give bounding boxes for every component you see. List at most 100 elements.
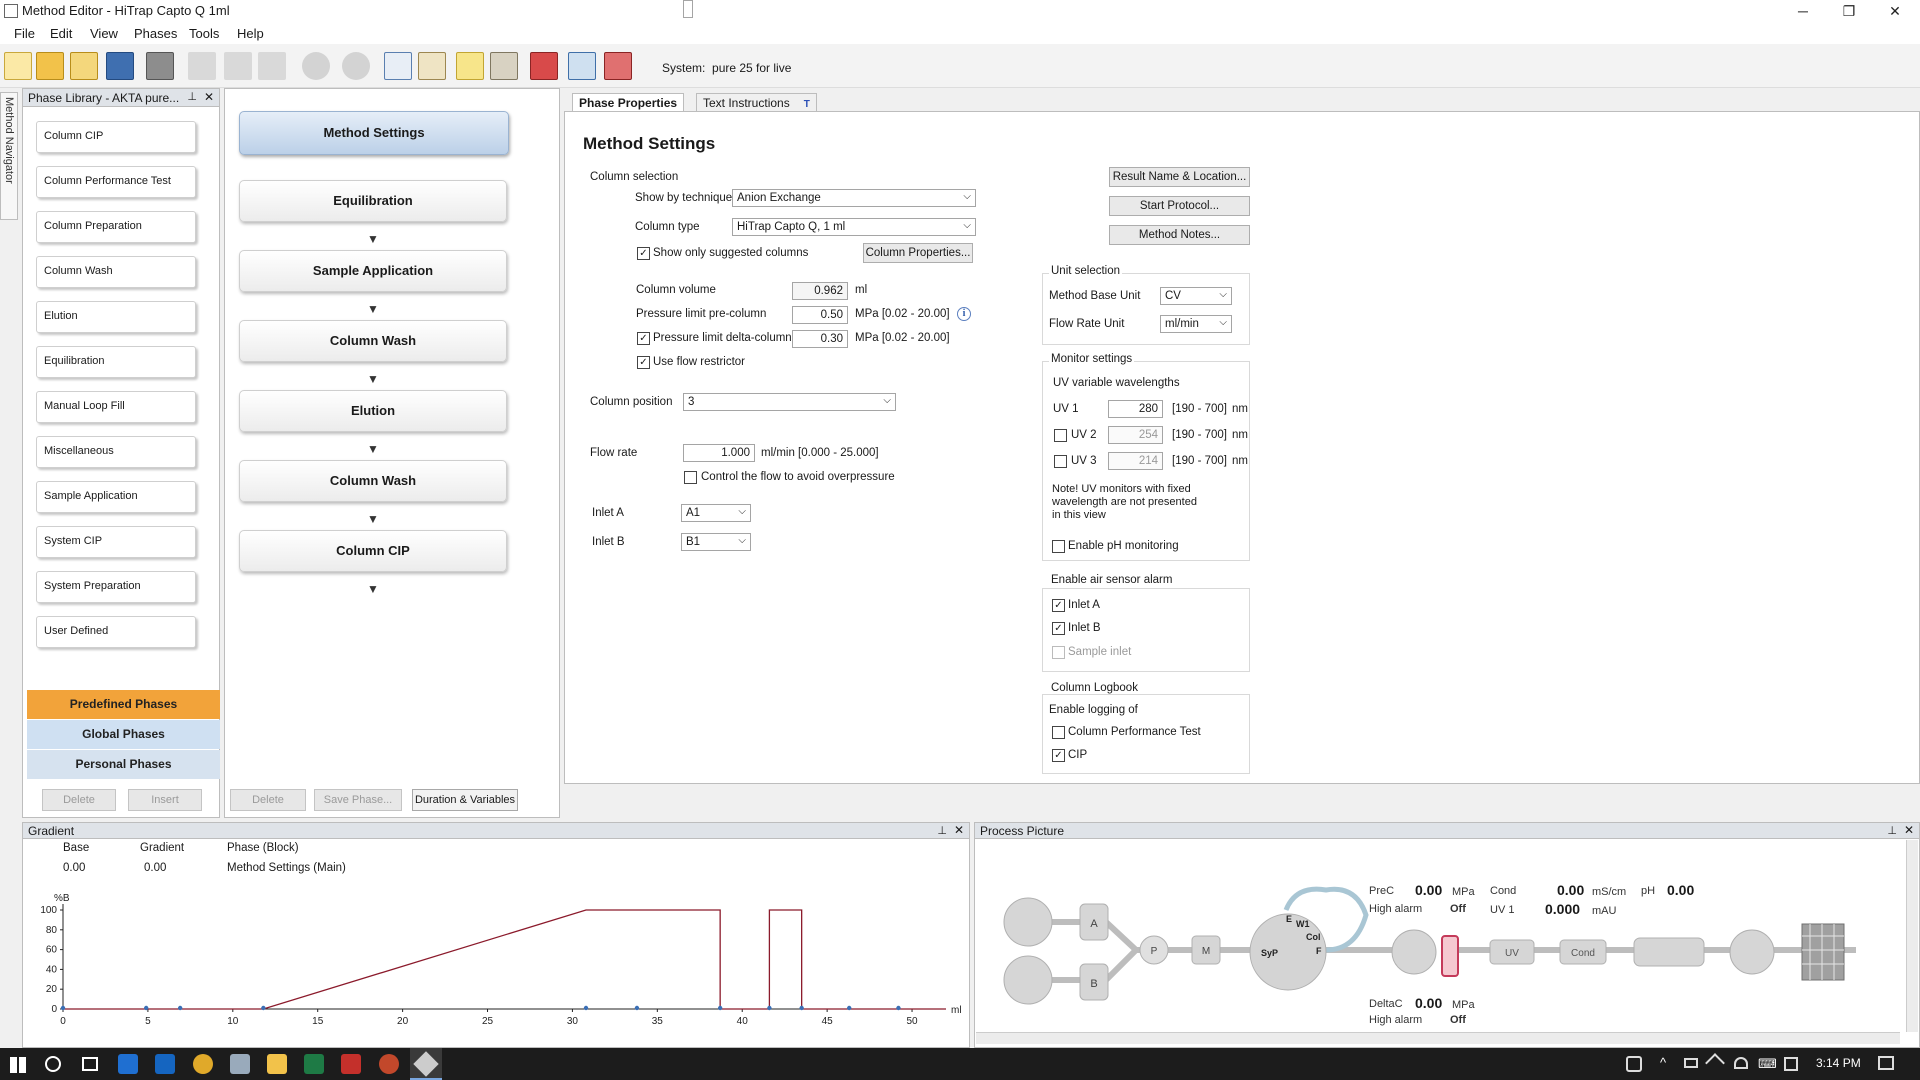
library-insert-button[interactable]: Insert bbox=[128, 789, 202, 811]
library-item-column-wash[interactable]: Column Wash bbox=[36, 256, 196, 288]
people-icon[interactable] bbox=[1626, 1056, 1642, 1072]
notes-icon[interactable] bbox=[456, 52, 484, 80]
task-view-icon[interactable] bbox=[82, 1057, 98, 1071]
save-phase-button[interactable]: Save Phase... bbox=[314, 789, 402, 811]
fraction-collector-icon[interactable] bbox=[1801, 923, 1845, 981]
duration-variables-button[interactable]: Duration & Variables bbox=[412, 789, 518, 811]
vertical-scrollbar[interactable] bbox=[1906, 840, 1918, 1032]
windows-start-icon[interactable] bbox=[10, 1057, 26, 1073]
pressure-delta-checkbox[interactable]: ✓ bbox=[637, 332, 650, 345]
info-icon[interactable]: i bbox=[957, 307, 971, 321]
open-method-icon[interactable] bbox=[70, 52, 98, 80]
tab-phase-properties[interactable]: Phase Properties bbox=[572, 93, 685, 111]
column-valve[interactable] bbox=[1391, 929, 1437, 975]
minimize-button[interactable]: ─ bbox=[1780, 0, 1826, 22]
uv2-checkbox[interactable] bbox=[1054, 429, 1067, 442]
pin-icon[interactable]: ⊥ bbox=[187, 90, 197, 103]
horizontal-scrollbar[interactable] bbox=[976, 1032, 1900, 1044]
outlet-valve[interactable] bbox=[1729, 929, 1775, 975]
library-item-manual-loop-fill[interactable]: Manual Loop Fill bbox=[36, 391, 196, 423]
flow-rate-field[interactable]: 1.000 bbox=[683, 444, 755, 462]
menu-help[interactable]: Help bbox=[237, 26, 264, 41]
run-icon[interactable] bbox=[530, 52, 558, 80]
result-name-button[interactable]: Result Name & Location... bbox=[1109, 167, 1250, 187]
pressure-pre-field[interactable]: 0.50 bbox=[792, 306, 848, 324]
menu-tools[interactable]: Tools bbox=[189, 26, 219, 41]
menu-file[interactable]: File bbox=[14, 26, 35, 41]
excel-icon[interactable] bbox=[304, 1054, 324, 1074]
library-item-column-performance-test[interactable]: Column Performance Test bbox=[36, 166, 196, 198]
ph-monitoring-checkbox[interactable] bbox=[1052, 540, 1065, 553]
log-cip-checkbox[interactable]: ✓ bbox=[1052, 749, 1065, 762]
air-inlet-a-checkbox[interactable]: ✓ bbox=[1052, 599, 1065, 612]
phase-equilibration[interactable]: Equilibration bbox=[239, 180, 507, 222]
personal-phases-button[interactable]: Personal Phases bbox=[27, 750, 220, 779]
phase-column-cip[interactable]: Column CIP bbox=[239, 530, 507, 572]
cut-icon[interactable] bbox=[188, 52, 216, 80]
view-text-icon[interactable] bbox=[384, 52, 412, 80]
app-icon-generic[interactable] bbox=[230, 1054, 250, 1074]
pressure-delta-field[interactable]: 0.30 bbox=[792, 330, 848, 348]
show-suggested-checkbox[interactable]: ✓ bbox=[637, 247, 650, 260]
menu-edit[interactable]: Edit bbox=[50, 26, 72, 41]
pin-icon[interactable]: ⊥ bbox=[1887, 824, 1897, 837]
input-method-icon[interactable]: ⌨ bbox=[1758, 1056, 1777, 1072]
method-base-unit-select[interactable]: CV ⌵ bbox=[1160, 287, 1232, 305]
phase-elution[interactable]: Elution bbox=[239, 390, 507, 432]
menu-view[interactable]: View bbox=[90, 26, 118, 41]
predefined-phases-button[interactable]: Predefined Phases bbox=[27, 690, 220, 719]
file-explorer-icon[interactable] bbox=[267, 1054, 287, 1074]
menu-phases[interactable]: Phases bbox=[134, 26, 177, 41]
flow-rate-unit-select[interactable]: ml/min ⌵ bbox=[1160, 315, 1232, 333]
column-properties-button[interactable]: Column Properties... bbox=[863, 243, 973, 263]
search-method-icon[interactable] bbox=[418, 52, 446, 80]
volume-icon[interactable] bbox=[1705, 1053, 1725, 1073]
redo-icon[interactable] bbox=[342, 52, 370, 80]
global-phases-button[interactable]: Global Phases bbox=[27, 720, 220, 749]
log-cpt-checkbox[interactable] bbox=[1052, 726, 1065, 739]
unicorn-taskbar-item[interactable] bbox=[410, 1048, 442, 1080]
battery-icon[interactable] bbox=[1684, 1058, 1698, 1068]
start-protocol-button[interactable]: Start Protocol... bbox=[1109, 196, 1250, 216]
library-item-elution[interactable]: Elution bbox=[36, 301, 196, 333]
phase-delete-button[interactable]: Delete bbox=[230, 789, 306, 811]
chrome-icon[interactable] bbox=[193, 1054, 213, 1074]
library-item-sample-application[interactable]: Sample Application bbox=[36, 481, 196, 513]
copy-icon[interactable] bbox=[224, 52, 252, 80]
method-notes-button[interactable]: Method Notes... bbox=[1109, 225, 1250, 245]
pin-icon[interactable]: ⊥ bbox=[937, 824, 947, 837]
library-item-column-preparation[interactable]: Column Preparation bbox=[36, 211, 196, 243]
library-item-equilibration[interactable]: Equilibration bbox=[36, 346, 196, 378]
save-icon[interactable] bbox=[106, 52, 134, 80]
library-delete-button[interactable]: Delete bbox=[42, 789, 116, 811]
phase-column-wash[interactable]: Column Wash bbox=[239, 320, 507, 362]
library-item-miscellaneous[interactable]: Miscellaneous bbox=[36, 436, 196, 468]
close-icon[interactable]: ✕ bbox=[204, 90, 214, 104]
method-navigator-tab[interactable]: Method Navigator bbox=[0, 92, 18, 220]
calendar-icon[interactable] bbox=[1784, 1057, 1798, 1071]
phase-sample-application[interactable]: Sample Application bbox=[239, 250, 507, 292]
network-icon[interactable] bbox=[1734, 1057, 1748, 1069]
open-folder-icon[interactable] bbox=[36, 52, 64, 80]
column-position-select[interactable]: 3 ⌵ bbox=[683, 393, 896, 411]
technique-select[interactable]: Anion Exchange ⌵ bbox=[732, 189, 976, 207]
close-window-button[interactable]: ✕ bbox=[1872, 0, 1918, 22]
search-icon[interactable] bbox=[45, 1056, 61, 1072]
restore-button[interactable]: ❐ bbox=[1826, 0, 1872, 22]
phase-method-settings[interactable]: Method Settings bbox=[239, 111, 509, 155]
tab-text-instructions[interactable]: Text Instructions T bbox=[696, 93, 817, 111]
uv1-field[interactable]: 280 bbox=[1108, 400, 1163, 418]
chevron-up-icon[interactable]: ^ bbox=[1660, 1055, 1666, 1070]
edge-icon[interactable] bbox=[118, 1054, 138, 1074]
library-item-column-cip[interactable]: Column CIP bbox=[36, 121, 196, 153]
control-flow-checkbox[interactable] bbox=[684, 471, 697, 484]
instrument-icon[interactable] bbox=[604, 52, 632, 80]
uv3-checkbox[interactable] bbox=[1054, 455, 1067, 468]
phase-column-wash[interactable]: Column Wash bbox=[239, 460, 507, 502]
powerpoint-icon[interactable] bbox=[379, 1054, 399, 1074]
notifications-icon[interactable] bbox=[1878, 1056, 1894, 1070]
library-item-system-preparation[interactable]: System Preparation bbox=[36, 571, 196, 603]
column-type-select[interactable]: HiTrap Capto Q, 1 ml ⌵ bbox=[732, 218, 976, 236]
new-method-icon[interactable] bbox=[4, 52, 32, 80]
flow-restrictor-checkbox[interactable]: ✓ bbox=[637, 356, 650, 369]
